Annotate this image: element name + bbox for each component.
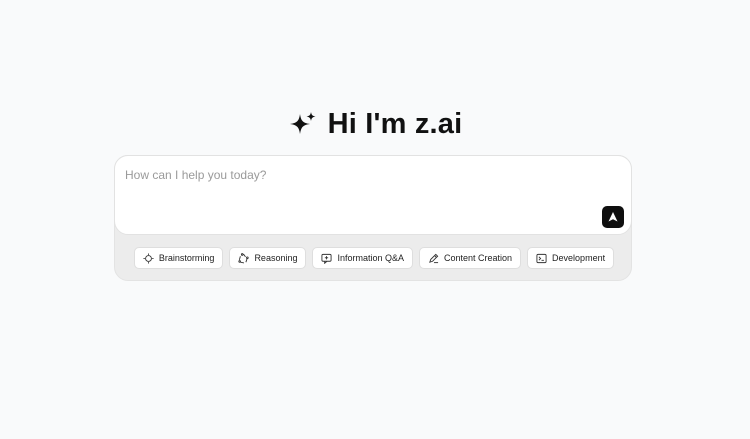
send-arrow-icon [607,211,619,223]
greeting: Hi I'm z.ai [0,108,750,141]
chip-label: Information Q&A [337,253,404,263]
chip-label: Development [552,253,606,263]
terminal-icon [536,253,547,264]
send-button[interactable] [602,206,624,228]
page: Hi I'm z.ai How can I help you today? Br… [0,0,750,439]
input-area[interactable] [114,155,632,235]
bulb-icon [143,252,154,264]
chip-label: Brainstorming [158,253,215,263]
suggestion-chips: Brainstorming Reasoning Information Q&A … [115,247,633,269]
sparkle-icon [288,110,318,140]
chip-reasoning[interactable]: Reasoning [229,247,307,269]
chip-information-qa[interactable]: Information Q&A [312,247,413,269]
pen-icon [428,253,439,264]
prompt-input[interactable] [123,164,587,186]
composer: Brainstorming Reasoning [114,155,632,281]
qa-icon [321,253,333,264]
chip-content-creation[interactable]: Content Creation [419,247,522,269]
page-title: Hi I'm z.ai [327,108,463,140]
chip-development[interactable]: Development [527,247,615,269]
chip-label: Reasoning [254,253,298,263]
reasoning-icon [238,252,250,264]
chip-label: Content Creation [444,253,513,263]
chip-brainstorming[interactable]: Brainstorming [133,247,224,269]
